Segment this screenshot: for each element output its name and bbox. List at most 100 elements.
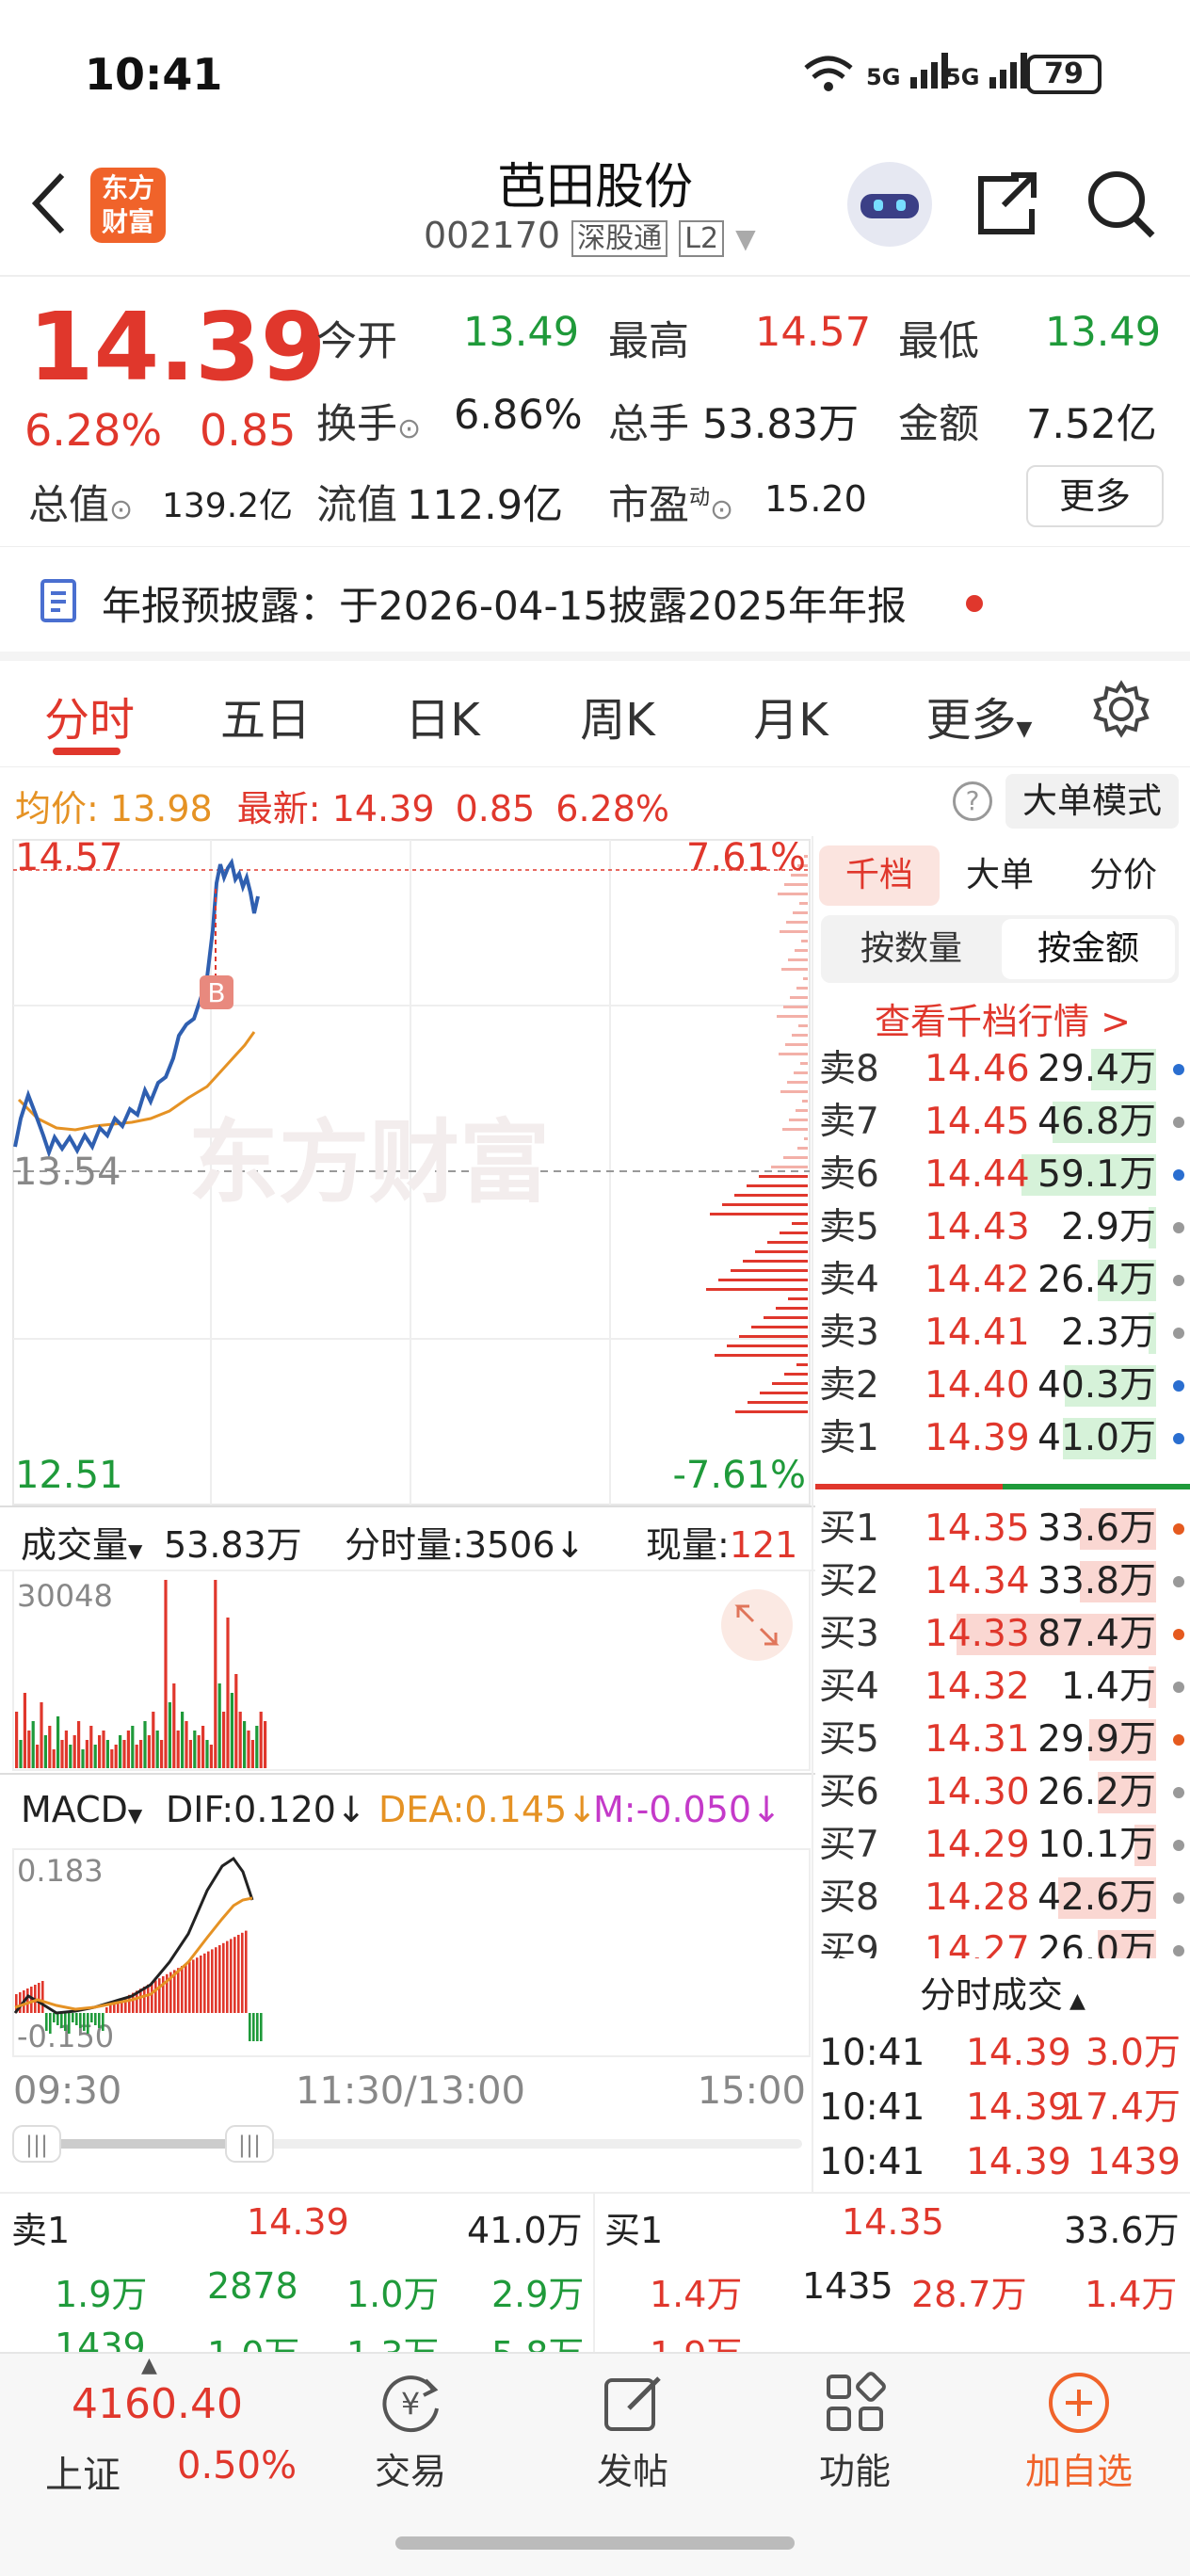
bt-left-cell: 1.0万	[346, 2274, 440, 2315]
index-value[interactable]: 4160.40	[72, 2380, 243, 2428]
level-price: 14.31	[925, 1718, 1030, 1761]
level-label: 买9	[819, 1929, 879, 1958]
bt-left-cell: 2878	[207, 2265, 298, 2307]
bt-right-cell: 1.4万	[1085, 2274, 1178, 2315]
level-price: 14.35	[925, 1507, 1030, 1550]
trade-row: 10:41 14.39 17.4万	[815, 2081, 1190, 2135]
time-start: 09:30	[13, 2069, 121, 2113]
trade-time: 10:41	[819, 2032, 925, 2074]
level-price: 14.29	[925, 1824, 1030, 1866]
level-price: 14.28	[925, 1876, 1030, 1919]
macd-bar	[94, 2013, 97, 2025]
level-dot	[1173, 1787, 1184, 1798]
nav-trade[interactable]: ¥ 交易	[363, 2367, 458, 2494]
macd-bar	[87, 2013, 89, 2034]
bt-right-price: 14.35	[842, 2201, 944, 2243]
macd-bar	[188, 1961, 191, 2013]
macd-bar	[260, 2013, 263, 2041]
svg-text:¥: ¥	[401, 2386, 420, 2422]
bid-row[interactable]: 买1 14.35 33.6万	[815, 1503, 1190, 1555]
macd-bar	[185, 1963, 187, 2013]
macd-bar	[105, 2007, 108, 2013]
level-label: 买4	[819, 1666, 879, 1708]
nav-add-label: 加自选	[1024, 2451, 1133, 2492]
level-volume: 10.1万	[1037, 1824, 1156, 1866]
level-volume: 1.4万	[1060, 1666, 1156, 1708]
edit-icon	[604, 2376, 661, 2431]
macd-bar	[56, 2013, 59, 2025]
index-pct[interactable]: 0.50%	[177, 2444, 297, 2487]
bid-row[interactable]: 买4 14.32 1.4万	[815, 1661, 1190, 1714]
level-price: 14.34	[925, 1560, 1030, 1602]
index-caret-icon: ▲	[141, 2354, 157, 2377]
level-volume: 33.8万	[1037, 1560, 1156, 1602]
macd-bar	[109, 2004, 112, 2013]
bt-right-label: 买1	[604, 2210, 664, 2251]
bt-right-cell: 1.4万	[650, 2274, 743, 2315]
macd-bar	[147, 1984, 150, 2013]
macd-bar	[102, 2013, 105, 2031]
level-volume: 26.2万	[1037, 1771, 1156, 1813]
trade-volume: 17.4万	[1062, 2086, 1181, 2129]
macd-bar	[79, 2013, 82, 2028]
bt-right-vol: 33.6万	[1064, 2210, 1180, 2251]
level-dot	[1173, 1892, 1184, 1904]
grid-icon	[827, 2372, 886, 2431]
bid-row[interactable]: 买7 14.29 10.1万	[815, 1819, 1190, 1872]
svg-text:|||: |||	[25, 2132, 48, 2158]
trade-time: 10:41	[819, 2141, 925, 2183]
level-volume: 29.9万	[1037, 1718, 1156, 1761]
trade-price: 14.39	[966, 2032, 1071, 2074]
bt-right-cell: 1435	[802, 2265, 893, 2307]
bid-row[interactable]: 买9 14.27 26.0万	[815, 1924, 1190, 1958]
home-indicator	[395, 2536, 795, 2550]
nav-func[interactable]: 功能	[808, 2367, 902, 2494]
index-name[interactable]: 上证	[45, 2444, 121, 2499]
nav-post[interactable]: 发帖	[586, 2367, 680, 2494]
bid-row[interactable]: 买2 14.34 33.8万	[815, 1555, 1190, 1608]
macd-bar	[154, 1980, 157, 2013]
macd-bar	[75, 2013, 78, 2025]
macd-bar	[83, 2013, 86, 2031]
bid-row[interactable]: 买8 14.28 42.6万	[815, 1872, 1190, 1924]
macd-bar	[256, 2013, 259, 2041]
macd-bar	[192, 1959, 195, 2013]
trade-time: 10:41	[819, 2086, 925, 2129]
level-price: 14.30	[925, 1771, 1030, 1813]
nav-trade-label: 交易	[374, 2451, 446, 2492]
macd-bar	[98, 2013, 101, 2028]
macd-bar	[177, 1968, 180, 2013]
level-dot	[1173, 1523, 1184, 1535]
nav-add-watchlist[interactable]: 加自选	[1013, 2367, 1145, 2494]
bt-left-vol: 41.0万	[467, 2210, 583, 2251]
bt-left-price: 14.39	[247, 2201, 349, 2243]
level-volume: 33.6万	[1037, 1507, 1156, 1550]
bid-row[interactable]: 买5 14.31 29.9万	[815, 1714, 1190, 1766]
level-price: 14.33	[925, 1613, 1030, 1655]
level-label: 买8	[819, 1876, 879, 1919]
level-volume: 87.4万	[1037, 1613, 1156, 1655]
plus-circle-icon	[1049, 2373, 1109, 2433]
time-mid: 11:30/13:00	[296, 2069, 525, 2113]
trade-volume: 3.0万	[1085, 2032, 1181, 2074]
macd-bar	[60, 2013, 63, 2028]
macd-bar	[38, 1983, 40, 2013]
level-volume: 42.6万	[1037, 1876, 1156, 1919]
trade-volume: 1439	[1086, 2141, 1181, 2183]
level-label: 买5	[819, 1718, 879, 1761]
trade-price: 14.39	[966, 2086, 1071, 2129]
level-label: 买1	[819, 1507, 879, 1550]
bid-row[interactable]: 买3 14.33 87.4万	[815, 1608, 1190, 1661]
nav-func-label: 功能	[818, 2451, 891, 2492]
level-label: 买3	[819, 1613, 879, 1655]
bt-left-cell: 1.9万	[55, 2274, 148, 2315]
bt-right-cell: 28.7万	[911, 2274, 1027, 2315]
trades-header[interactable]: 分时成交 ▲	[815, 1966, 1190, 2024]
bid-row[interactable]: 买6 14.30 26.2万	[815, 1766, 1190, 1819]
time-end: 15:00	[698, 2069, 806, 2113]
level-volume: 26.0万	[1037, 1929, 1156, 1958]
level-dot	[1173, 1682, 1184, 1693]
macd-bar	[181, 1966, 184, 2013]
trade-row: 10:41 14.39 3.0万	[815, 2026, 1190, 2081]
macd-bar	[203, 1953, 206, 2013]
